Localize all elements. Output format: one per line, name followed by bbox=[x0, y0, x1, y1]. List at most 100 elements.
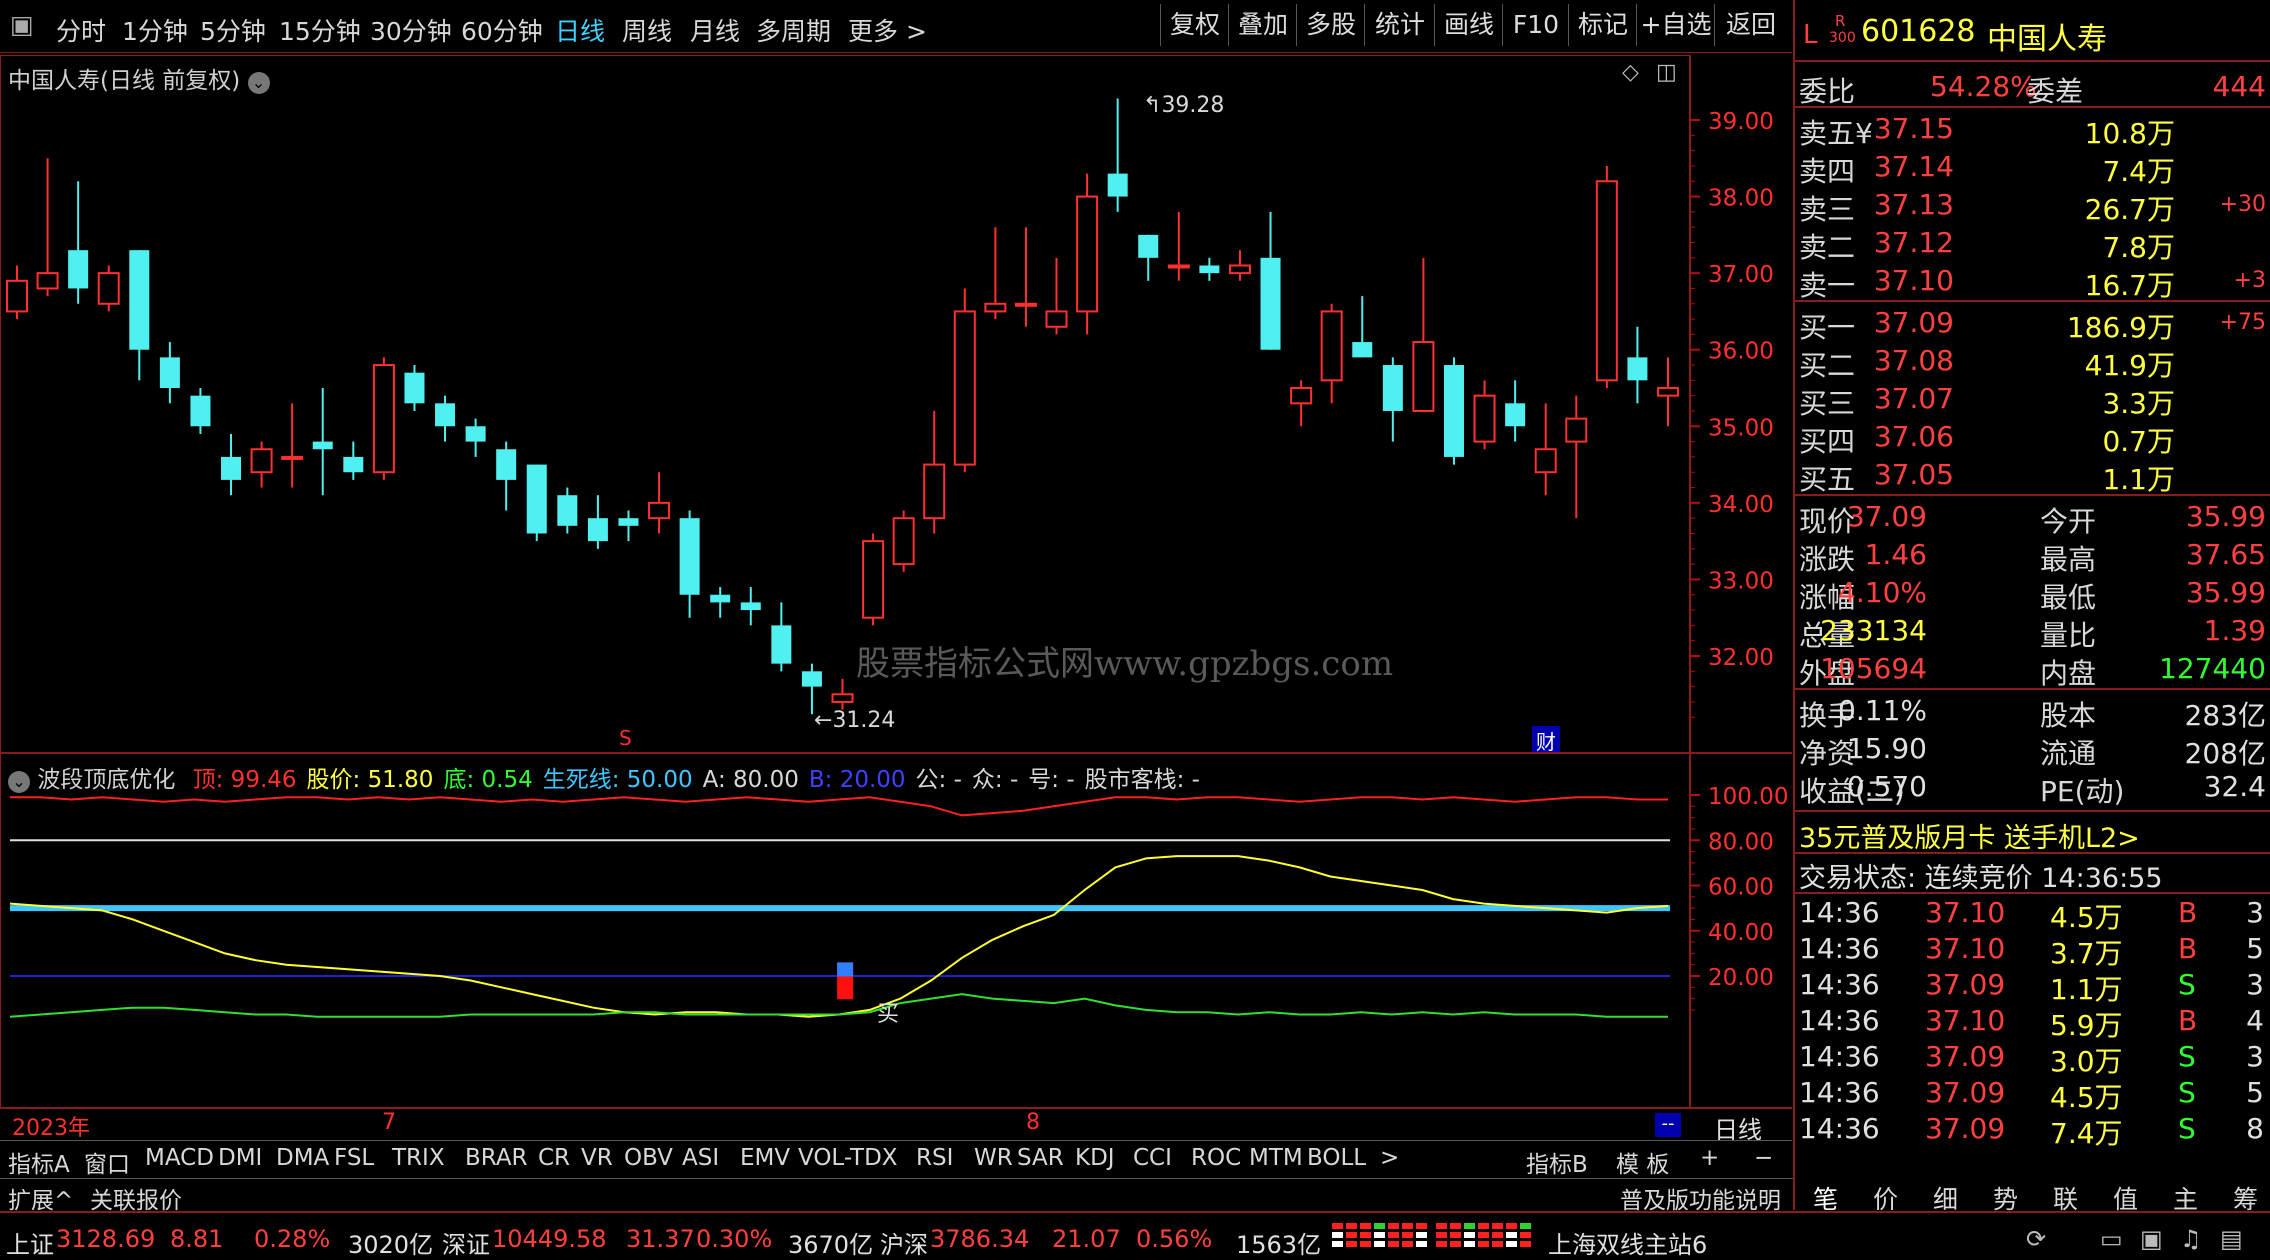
indicator-tab-5[interactable]: FSL bbox=[334, 1145, 374, 1171]
order-book-buy-3[interactable]: 买四 37.06 0.7万 bbox=[1795, 418, 2270, 458]
indicator-tab-8[interactable]: CR bbox=[538, 1145, 570, 1171]
order-book-sell-1[interactable]: 卖四 37.14 7.4万 bbox=[1795, 148, 2270, 188]
sell-price: 37.14 bbox=[1873, 150, 1954, 183]
period-tab-3[interactable]: 15分钟 bbox=[279, 12, 361, 48]
diamond-icon[interactable]: ◇ bbox=[1622, 60, 1639, 85]
indicator-tab-9[interactable]: VR bbox=[581, 1145, 613, 1171]
indicator-tab-7[interactable]: BRAR bbox=[465, 1145, 528, 1171]
indicator-tab-19[interactable]: ROC bbox=[1191, 1145, 1241, 1171]
indicator-tab-right-3[interactable]: − bbox=[1754, 1145, 1773, 1171]
indicator-axis-label: 100.00 bbox=[1708, 784, 1788, 810]
expand-button[interactable]: 扩展^ bbox=[8, 1181, 73, 1215]
quote-label: 最低 bbox=[2040, 581, 2097, 614]
candle bbox=[435, 395, 456, 442]
order-book-sell-3[interactable]: 卖二 37.12 7.8万 bbox=[1795, 224, 2270, 264]
tick-time: 14:36 bbox=[1799, 1004, 1880, 1037]
order-book-buy-1[interactable]: 买二 37.08 41.9万 bbox=[1795, 342, 2270, 382]
toolbar-button-4[interactable]: 画线 bbox=[1434, 4, 1503, 46]
indicator-tab-22[interactable]: > bbox=[1380, 1145, 1399, 1171]
price-axis-label: 38.00 bbox=[1708, 186, 1774, 212]
indicator-tab-2[interactable]: MACD bbox=[145, 1145, 214, 1171]
toolbar-button-3[interactable]: 统计 bbox=[1364, 4, 1435, 46]
period-tab-6[interactable]: 日线 bbox=[555, 12, 605, 48]
period-tab-10[interactable]: 更多 > bbox=[848, 12, 927, 48]
tick-count: 3 bbox=[2246, 968, 2264, 1001]
indicator-tab-14[interactable]: RSI bbox=[916, 1145, 953, 1171]
candle bbox=[587, 495, 608, 549]
indicator-tab-13[interactable]: VOL-TDX bbox=[798, 1145, 898, 1171]
indicator-tab-11[interactable]: ASI bbox=[682, 1145, 719, 1171]
indicator-tab-18[interactable]: CCI bbox=[1133, 1145, 1172, 1171]
tick-price: 37.09 bbox=[1925, 1076, 2006, 1109]
indicator-tab-bar: 指标A 窗口 MACD DMI DMA FSL TRIX BRAR CR VR OBV ASI EMV V… bbox=[0, 1140, 1792, 1179]
candle bbox=[250, 441, 273, 488]
period-tab-7[interactable]: 周线 bbox=[622, 12, 672, 48]
sell-price: 37.10 bbox=[1873, 264, 1954, 297]
tick-price: 37.10 bbox=[1925, 896, 2006, 929]
order-book-sell-4[interactable]: 卖一 37.10 16.7万 +3 bbox=[1795, 262, 2270, 302]
indicator-tab-12[interactable]: EMV bbox=[740, 1145, 790, 1171]
toolbar-button-7[interactable]: +自选 bbox=[1636, 4, 1715, 46]
order-book-sell-0[interactable]: 卖五¥ 37.15 10.8万 bbox=[1795, 110, 2270, 150]
toggle-panel-icon[interactable]: ▣ bbox=[10, 10, 34, 39]
order-book-buy-0[interactable]: 买一 37.09 186.9万 +75 bbox=[1795, 304, 2270, 344]
chevron-down-icon[interactable]: ⌄ bbox=[247, 72, 270, 94]
toolbar-button-8[interactable]: 返回 bbox=[1714, 4, 1787, 46]
price-axis-label: 36.00 bbox=[1708, 339, 1774, 365]
period-tab-5[interactable]: 60分钟 bbox=[461, 12, 543, 48]
order-book-buy-2[interactable]: 买三 37.07 3.3万 bbox=[1795, 380, 2270, 420]
candle bbox=[465, 418, 486, 457]
order-book-buy-4[interactable]: 买五 37.05 1.1万 bbox=[1795, 456, 2270, 496]
scroll-end-button[interactable]: -- bbox=[1655, 1113, 1681, 1137]
toolbar-button-2[interactable]: 多股 bbox=[1296, 4, 1365, 46]
sell-volume: 26.7万 bbox=[2084, 193, 2175, 226]
indicator-tab-4[interactable]: DMA bbox=[276, 1145, 329, 1171]
indicator-tab-10[interactable]: OBV bbox=[624, 1145, 673, 1171]
panel-toggle-icon[interactable]: ◫ bbox=[1656, 60, 1677, 85]
period-tab-9[interactable]: 多周期 bbox=[756, 12, 831, 48]
candle bbox=[1320, 303, 1343, 404]
toolbar-button-6[interactable]: 标记 bbox=[1568, 4, 1637, 46]
toolbar-button-1[interactable]: 叠加 bbox=[1228, 4, 1297, 46]
period-tab-8[interactable]: 月线 bbox=[690, 12, 740, 48]
kline-chart[interactable]: 39.00 38.00 37.00 36.00 35.00 34.00 33.00 32.00… bbox=[0, 55, 1792, 1140]
indicator-tab-3[interactable]: DMI bbox=[218, 1145, 262, 1171]
indicator-tab-17[interactable]: KDJ bbox=[1075, 1145, 1115, 1171]
candle bbox=[221, 433, 242, 496]
quote-value: 37.65 bbox=[2185, 538, 2266, 571]
indicator-tab-right-1[interactable]: 模 板 bbox=[1616, 1145, 1669, 1179]
monitor-icon[interactable]: ▭ bbox=[2100, 1225, 2123, 1253]
related-quote-button[interactable]: 关联报价 bbox=[90, 1181, 182, 1215]
period-tab-1[interactable]: 1分钟 bbox=[122, 12, 188, 48]
high-price-label: ↰39.28 bbox=[1143, 93, 1225, 118]
indicator-tab-15[interactable]: WR bbox=[974, 1145, 1013, 1171]
sell-volume: 7.4万 bbox=[2102, 155, 2175, 188]
marker-cai[interactable]: 财 bbox=[1532, 726, 1560, 754]
indicator-tab-1[interactable]: 窗口 bbox=[84, 1145, 130, 1179]
quote-value: 1.46 bbox=[1864, 538, 1927, 571]
indicator-tab-20[interactable]: MTM bbox=[1249, 1145, 1303, 1171]
lock-icon[interactable]: ▣ bbox=[2140, 1225, 2163, 1253]
toolbar-button-0[interactable]: 复权 bbox=[1160, 4, 1229, 46]
chevron-down-icon[interactable]: ⌄ bbox=[8, 771, 30, 793]
indicator-tab-right-0[interactable]: 指标B bbox=[1526, 1145, 1588, 1179]
promo-link[interactable]: 35元普及版月卡 送手机L2> bbox=[1799, 816, 2140, 855]
toolbar-button-5[interactable]: F10 bbox=[1502, 4, 1569, 46]
indicator-tab-right-2[interactable]: + bbox=[1700, 1145, 1719, 1171]
message-icon[interactable]: ▤ bbox=[2220, 1225, 2243, 1253]
candle bbox=[1352, 296, 1373, 358]
order-book-sell-2[interactable]: 卖三 37.13 26.7万 +30 bbox=[1795, 186, 2270, 226]
candle bbox=[1443, 357, 1464, 465]
indicator-tab-6[interactable]: TRIX bbox=[392, 1145, 445, 1171]
help-link[interactable]: 普及版功能说明 bbox=[1620, 1181, 1781, 1215]
indicator-tab-21[interactable]: BOLL bbox=[1307, 1145, 1366, 1171]
candle bbox=[1107, 98, 1128, 212]
sell-volume: 7.8万 bbox=[2102, 231, 2175, 264]
period-tab-2[interactable]: 5分钟 bbox=[200, 12, 266, 48]
period-tab-4[interactable]: 30分钟 bbox=[370, 12, 452, 48]
indicator-tab-16[interactable]: SAR bbox=[1017, 1145, 1064, 1171]
refresh-icon[interactable]: ⟳ bbox=[2026, 1225, 2046, 1253]
period-tab-0[interactable]: 分时 bbox=[56, 12, 106, 48]
indicator-tab-0[interactable]: 指标A bbox=[8, 1145, 70, 1179]
bell-icon[interactable]: ♫ bbox=[2180, 1225, 2202, 1253]
